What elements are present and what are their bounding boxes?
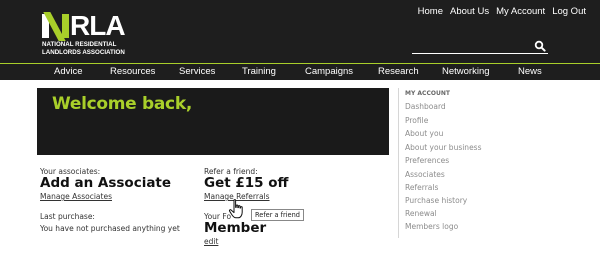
refer-tooltip: Refer a friend — [251, 209, 304, 221]
referral-heading: Get £15 off — [204, 175, 289, 191]
top-links: Home About Us My Account Log Out — [418, 6, 586, 17]
top-link-log-out[interactable]: Log Out — [552, 6, 586, 17]
sidebar-item-dashboard[interactable]: Dashboard — [405, 102, 446, 111]
sidebar-item-renewal[interactable]: Renewal — [405, 209, 437, 218]
sidebar-item-preferences[interactable]: Preferences — [405, 156, 449, 165]
logo-subtitle-line1: NATIONAL RESIDENTIAL — [42, 41, 117, 48]
sidebar-item-about-your-business[interactable]: About your business — [405, 143, 482, 152]
logo-subtitle-line2: LANDLORDS ASSOCIATION — [42, 48, 125, 56]
main-nav: Advice Resources Services Training Campa… — [0, 63, 600, 80]
manage-associates-link[interactable]: Manage Associates — [40, 192, 112, 201]
nav-item-networking[interactable]: Networking — [442, 66, 490, 77]
nav-item-news[interactable]: News — [518, 66, 542, 77]
search-icon[interactable] — [534, 40, 546, 52]
nav-item-services[interactable]: Services — [179, 66, 215, 77]
associates-heading: Add an Associate — [40, 175, 172, 191]
logo-mark: RLA — [42, 10, 126, 41]
logo-wordmark: RLA — [70, 10, 126, 41]
nav-item-campaigns[interactable]: Campaigns — [305, 66, 353, 77]
logo-n-glyph — [42, 12, 69, 41]
sidebar-heading: MY ACCOUNT — [405, 90, 450, 97]
sidebar-item-about-you[interactable]: About you — [405, 129, 443, 138]
hand-cursor-icon — [228, 199, 243, 219]
welcome-title: Welcome back, — [52, 94, 193, 114]
nrla-logo[interactable]: RLA NATIONAL RESIDENTIAL LANDLORDS ASSOC… — [42, 10, 142, 56]
top-link-home[interactable]: Home — [418, 6, 443, 17]
last-purchase-label: Last purchase: — [40, 212, 95, 221]
top-link-my-account[interactable]: My Account — [496, 6, 545, 17]
nav-item-training[interactable]: Training — [242, 66, 276, 77]
search-input[interactable] — [412, 46, 530, 58]
nav-item-advice[interactable]: Advice — [54, 66, 83, 77]
search-bar — [412, 40, 548, 58]
logo-subtitle: NATIONAL RESIDENTIAL LANDLORDS ASSOCIATI… — [42, 41, 125, 56]
sidebar-item-associates[interactable]: Associates — [405, 170, 445, 179]
sidebar-item-members-logo[interactable]: Members logo — [405, 222, 458, 231]
nav-item-research[interactable]: Research — [378, 66, 419, 77]
sidebar-item-purchase-history[interactable]: Purchase history — [405, 196, 467, 205]
sidebar-item-profile[interactable]: Profile — [405, 116, 428, 125]
welcome-banner: Welcome back, — [37, 88, 389, 155]
membership-edit-link[interactable]: edit — [204, 237, 218, 246]
last-purchase-value: You have not purchased anything yet — [40, 224, 180, 233]
account-sidebar: MY ACCOUNT Dashboard Profile About you A… — [398, 88, 528, 238]
site-header: RLA NATIONAL RESIDENTIAL LANDLORDS ASSOC… — [0, 0, 600, 63]
sidebar-item-referrals[interactable]: Referrals — [405, 183, 438, 192]
membership-heading: Member — [204, 220, 267, 236]
nav-item-resources[interactable]: Resources — [110, 66, 155, 77]
top-link-about-us[interactable]: About Us — [450, 6, 489, 17]
